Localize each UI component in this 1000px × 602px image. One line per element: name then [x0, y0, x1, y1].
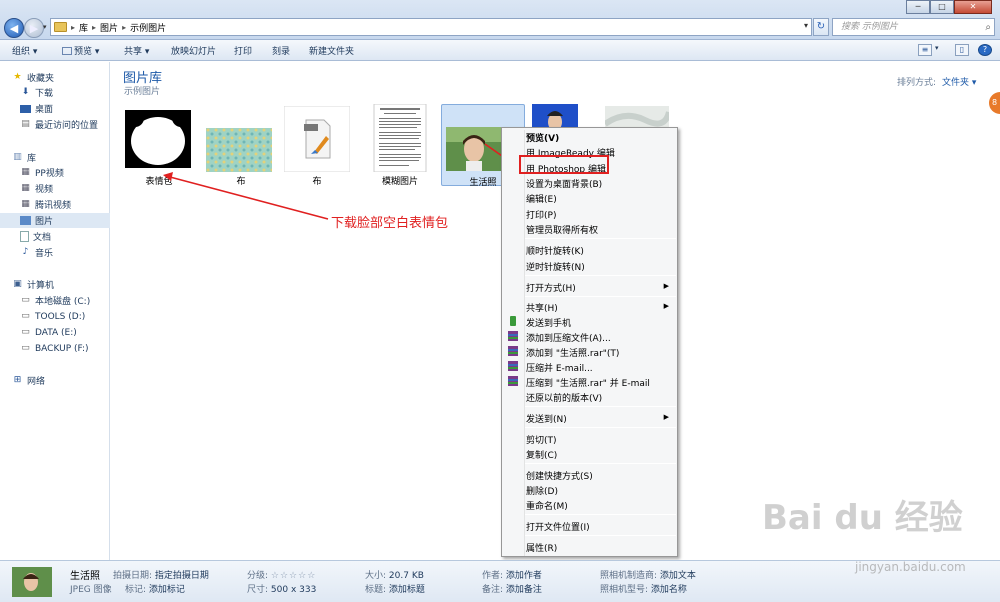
menu-item-edit[interactable]: 编辑(E): [526, 192, 557, 205]
details-title[interactable]: 标题: 添加标题: [365, 582, 425, 595]
menu-separator: [525, 275, 676, 276]
menu-separator: [525, 514, 676, 515]
menu-separator: [525, 238, 676, 239]
photoshop-highlight-box: [519, 155, 609, 174]
menu-item-take-ownership[interactable]: 管理员取得所有权: [526, 223, 598, 236]
menu-item-send-to[interactable]: 发送到(N): [526, 412, 567, 425]
menu-item-preview[interactable]: 预览(V): [526, 131, 559, 144]
baidu-watermark: Bai du 经验: [762, 498, 963, 538]
submenu-arrow-icon: ▶: [663, 302, 669, 310]
details-dimensions: 尺寸: 500 x 333: [247, 585, 317, 595]
phone-send-icon: [510, 316, 516, 326]
menu-separator: [525, 427, 676, 428]
context-menu: 预览(V) 用 ImageReady 编辑 用 Photoshop 编辑 设置为…: [501, 127, 678, 557]
submenu-arrow-icon: ▶: [663, 282, 669, 290]
details-pane: 生活照 JPEG 图像 拍摄日期: 指定拍摄日期 标记: 添加标记 分级: ☆☆…: [0, 560, 1000, 602]
details-comments[interactable]: 备注: 添加备注: [482, 582, 542, 595]
menu-separator: [525, 535, 676, 536]
menu-separator: [525, 296, 676, 297]
menu-item-share[interactable]: 共享(H): [526, 301, 558, 314]
menu-item-create-shortcut[interactable]: 创建快捷方式(S): [526, 469, 593, 482]
menu-item-rename[interactable]: 重命名(M): [526, 499, 568, 512]
details-author[interactable]: 作者: 添加作者: [482, 568, 542, 581]
menu-item-rotate-cw[interactable]: 顺时针旋转(K): [526, 244, 584, 257]
menu-item-rotate-ccw[interactable]: 逆时针旋转(N): [526, 260, 585, 273]
menu-item-compress-email[interactable]: 压缩并 E-mail...: [526, 361, 593, 374]
winrar-icon: [508, 331, 518, 341]
baidu-watermark-url: jingyan.baidu.com: [855, 560, 966, 574]
winrar-icon: [508, 376, 518, 386]
selected-file-thumbnail: [12, 567, 52, 597]
submenu-arrow-icon: ▶: [663, 413, 669, 421]
details-date-taken[interactable]: 拍摄日期: 指定拍摄日期: [113, 568, 209, 581]
annotation-text: 下载脸部空白表情包: [331, 216, 449, 231]
menu-item-add-to-archive[interactable]: 添加到压缩文件(A)...: [526, 331, 611, 344]
menu-separator: [525, 463, 676, 464]
menu-item-copy[interactable]: 复制(C): [526, 448, 557, 461]
menu-item-restore-versions[interactable]: 还原以前的版本(V): [526, 391, 602, 404]
winrar-icon: [508, 361, 518, 371]
menu-item-cut[interactable]: 剪切(T): [526, 433, 557, 446]
details-camera-model[interactable]: 照相机型号: 添加名称: [600, 582, 687, 595]
details-rating[interactable]: 分级: ☆☆☆☆☆: [247, 568, 316, 581]
rating-stars-icon: ☆☆☆☆☆: [270, 571, 317, 581]
menu-separator: [525, 406, 676, 407]
menu-item-send-to-phone[interactable]: 发送到手机: [526, 316, 571, 329]
menu-item-print[interactable]: 打印(P): [526, 208, 556, 221]
menu-item-open-with[interactable]: 打开方式(H): [526, 281, 576, 294]
menu-item-open-file-location[interactable]: 打开文件位置(I): [526, 520, 590, 533]
details-file-name: 生活照: [70, 571, 100, 582]
menu-item-add-to-rar[interactable]: 添加到 "生活照.rar"(T): [526, 346, 619, 359]
details-size: 大小: 20.7 KB: [365, 571, 424, 581]
details-file-type: JPEG 图像: [70, 585, 112, 595]
menu-item-properties[interactable]: 属性(R): [526, 541, 557, 554]
menu-item-delete[interactable]: 删除(D): [526, 484, 558, 497]
menu-item-set-wallpaper[interactable]: 设置为桌面背景(B): [526, 177, 602, 190]
details-camera-maker[interactable]: 照相机制造商: 添加文本: [600, 568, 696, 581]
winrar-icon: [508, 346, 518, 356]
details-tags[interactable]: 标记: 添加标记: [125, 582, 185, 595]
menu-item-compress-rar-email[interactable]: 压缩到 "生活照.rar" 并 E-mail: [526, 376, 650, 389]
